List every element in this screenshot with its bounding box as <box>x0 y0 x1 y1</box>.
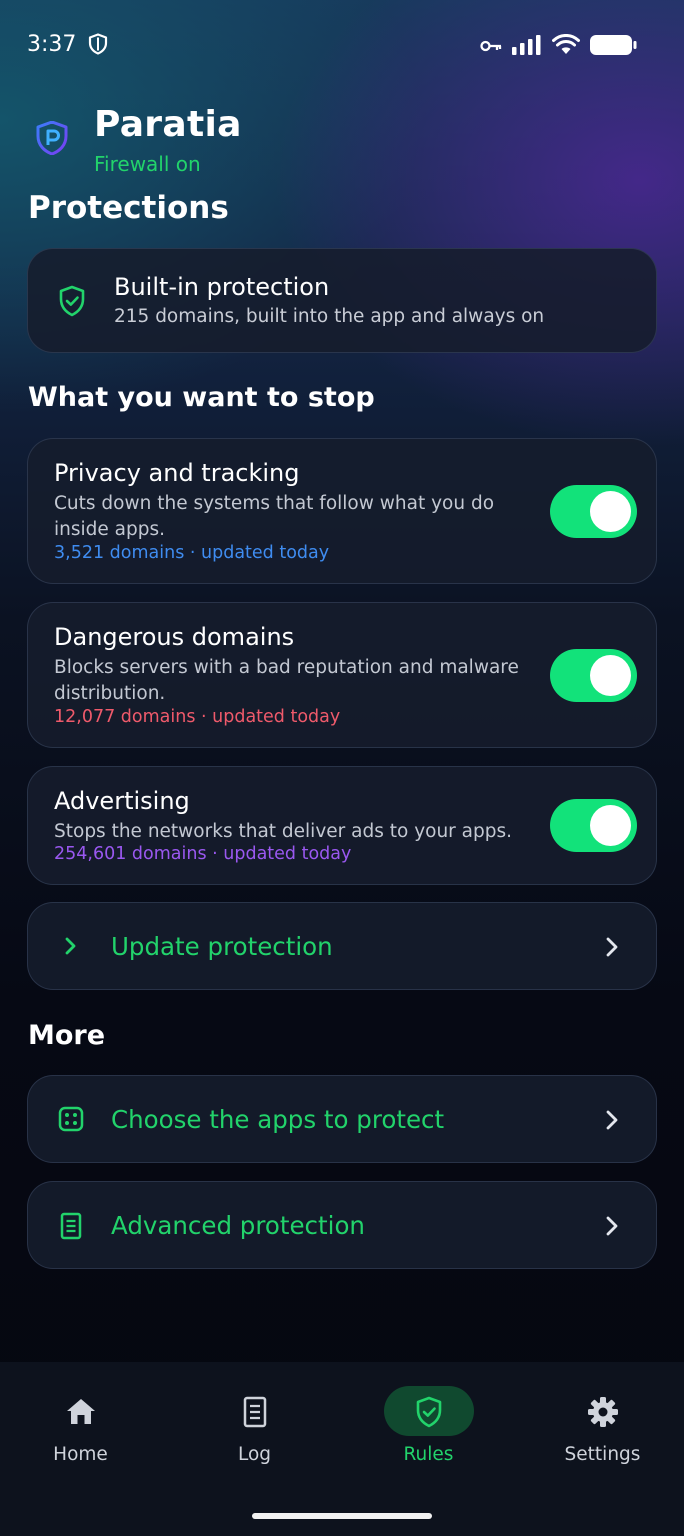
advertising-toggle[interactable] <box>550 799 637 852</box>
nav-settings[interactable]: Settings <box>517 1362 684 1482</box>
nav-home-label: Home <box>53 1444 108 1465</box>
card-meta: 254,601 domains · updated today <box>54 844 352 864</box>
apps-grid-icon <box>58 1106 84 1136</box>
choose-apps-button[interactable]: Choose the apps to protect <box>27 1075 657 1163</box>
nav-settings-label: Settings <box>564 1444 641 1465</box>
app-logo-icon <box>36 120 68 159</box>
chevron-right-icon <box>604 1108 620 1136</box>
bottom-navigation: Home Log Rules Settings <box>0 1362 684 1536</box>
nav-home[interactable]: Home <box>0 1362 166 1482</box>
card-meta: 3,521 domains · updated today <box>54 543 330 563</box>
firewall-status: Firewall on <box>94 152 201 176</box>
card-description: Blocks servers with a bad reputation and… <box>54 657 519 704</box>
builtin-subtitle: 215 domains, built into the app and alwa… <box>114 306 545 327</box>
shield-check-icon <box>415 1396 443 1432</box>
document-icon <box>58 1212 84 1244</box>
advanced-protection-button[interactable]: Advanced protection <box>27 1181 657 1269</box>
advanced-protection-label: Advanced protection <box>111 1211 365 1240</box>
toggle-knob <box>590 805 631 846</box>
dangerous-domains-card: Dangerous domains Blocks servers with a … <box>27 602 657 748</box>
toggle-knob <box>590 491 631 532</box>
nav-rules-label: Rules <box>403 1444 454 1465</box>
home-indicator[interactable] <box>252 1513 432 1519</box>
log-icon <box>242 1396 268 1432</box>
app-name: Paratia <box>94 104 242 145</box>
advertising-card: Advertising Stops the networks that deli… <box>27 766 657 885</box>
dangerous-toggle[interactable] <box>550 649 637 702</box>
card-title: Dangerous domains <box>54 623 295 651</box>
status-bar: 3:37 <box>0 22 684 66</box>
privacy-tracking-card: Privacy and tracking Cuts down the syste… <box>27 438 657 584</box>
shield-icon <box>88 33 108 59</box>
home-icon <box>65 1396 97 1430</box>
card-title: Advertising <box>54 787 190 815</box>
nav-log[interactable]: Log <box>169 1362 340 1482</box>
signal-icon <box>512 35 542 59</box>
chevron-right-icon <box>58 933 82 963</box>
toggle-knob <box>590 655 631 696</box>
card-description: Cuts down the systems that follow what y… <box>54 493 495 540</box>
shield-check-icon <box>58 285 86 321</box>
nav-rules[interactable]: Rules <box>343 1362 514 1482</box>
status-icons <box>480 33 638 60</box>
privacy-toggle[interactable] <box>550 485 637 538</box>
update-protection-button[interactable]: Update protection <box>27 902 657 990</box>
chevron-right-icon <box>604 1214 620 1242</box>
wifi-icon <box>552 33 580 60</box>
nav-log-label: Log <box>237 1444 272 1465</box>
card-meta: 12,077 domains · updated today <box>54 707 341 727</box>
update-protection-label: Update protection <box>111 932 333 961</box>
section-title-stop: What you want to stop <box>28 382 375 413</box>
rules-screen: 3:37 Paratia Firewall on Protections Bui… <box>0 0 684 1536</box>
builtin-title: Built-in protection <box>114 273 330 301</box>
card-description: Stops the networks that deliver ads to y… <box>54 821 513 842</box>
key-icon <box>480 38 502 57</box>
section-title-more: More <box>28 1020 106 1051</box>
status-time: 3:37 <box>27 32 77 57</box>
gear-icon <box>587 1396 619 1432</box>
card-title: Privacy and tracking <box>54 459 300 487</box>
battery-icon <box>590 34 638 60</box>
builtin-protection-card: Built-in protection 215 domains, built i… <box>27 248 657 353</box>
page-title: Protections <box>28 190 229 226</box>
choose-apps-label: Choose the apps to protect <box>111 1105 445 1134</box>
chevron-right-icon <box>604 935 620 963</box>
